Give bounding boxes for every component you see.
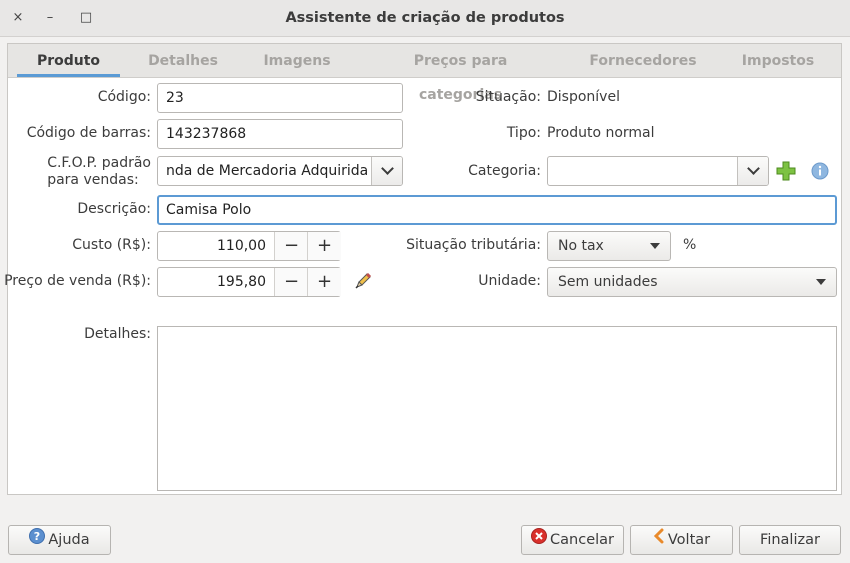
back-button-label: Voltar xyxy=(667,532,711,548)
cfop-label-line2: para vendas: xyxy=(47,172,139,188)
situacao-label: Situação: xyxy=(475,89,541,105)
situacao-tributaria-value: No tax xyxy=(558,238,604,254)
unidade-dropdown[interactable]: Sem unidades xyxy=(547,267,837,297)
help-button-label: Ajuda xyxy=(48,532,90,548)
detalhes-textarea[interactable] xyxy=(157,326,837,491)
percent-suffix: % xyxy=(683,237,697,253)
situacao-tributaria-dropdown[interactable]: No tax xyxy=(547,231,671,261)
plus-icon[interactable] xyxy=(776,161,796,181)
categoria-dropdown-button[interactable] xyxy=(737,157,768,185)
tab-fornecedores[interactable]: Fornecedores xyxy=(584,44,702,76)
custo-decrement-button[interactable]: − xyxy=(274,232,308,260)
chevron-down-icon xyxy=(747,162,760,175)
custo-label: Custo (R$): xyxy=(72,237,151,253)
codigo-field[interactable]: 23 xyxy=(157,83,403,113)
tab-precos-categorias[interactable]: Preços para categorias xyxy=(370,44,551,103)
cfop-combo[interactable]: nda de Mercadoria Adquirida xyxy=(157,156,403,186)
preco-venda-decrement-button[interactable]: − xyxy=(274,268,308,296)
preco-venda-label: Preço de venda (R$): xyxy=(4,273,151,289)
window-title: Assistente de criação de produtos xyxy=(285,10,565,26)
finish-button[interactable]: Finalizar xyxy=(739,525,841,555)
chevron-down-icon xyxy=(381,162,394,175)
preco-venda-spinner[interactable]: 195,80 − + xyxy=(157,267,341,297)
help-button[interactable]: ? Ajuda xyxy=(8,525,111,555)
finish-button-label: Finalizar xyxy=(760,532,820,548)
descricao-field[interactable]: Camisa Polo xyxy=(157,195,837,225)
tab-imagens[interactable]: Imagens xyxy=(256,44,338,76)
categoria-value[interactable] xyxy=(548,157,737,185)
pencil-icon[interactable] xyxy=(353,271,373,291)
tab-impostos[interactable]: Impostos xyxy=(735,44,821,76)
custo-increment-button[interactable]: + xyxy=(307,232,341,260)
cancel-button-label: Cancelar xyxy=(550,532,614,548)
cfop-label: C.F.O.P. padrão para vendas: xyxy=(47,155,151,189)
cfop-dropdown-button[interactable] xyxy=(371,157,402,185)
caret-down-icon xyxy=(816,279,826,285)
preco-venda-value[interactable]: 195,80 xyxy=(158,268,274,296)
caret-down-icon xyxy=(650,243,660,249)
custo-value[interactable]: 110,00 xyxy=(158,232,274,260)
situacao-tributaria-label: Situação tributária: xyxy=(406,237,541,253)
cfop-label-line1: C.F.O.P. padrão xyxy=(47,155,151,171)
categoria-label: Categoria: xyxy=(468,163,541,179)
codigo-label: Código: xyxy=(97,89,151,105)
unidade-value: Sem unidades xyxy=(558,274,658,290)
svg-text:?: ? xyxy=(34,530,40,543)
tipo-value: Produto normal xyxy=(547,125,655,141)
tipo-label: Tipo: xyxy=(506,125,541,141)
info-icon[interactable] xyxy=(811,162,829,180)
preco-venda-increment-button[interactable]: + xyxy=(307,268,341,296)
cancel-button[interactable]: Cancelar xyxy=(521,525,624,555)
unidade-label: Unidade: xyxy=(478,273,541,289)
cfop-value: nda de Mercadoria Adquirida xyxy=(166,163,369,179)
tab-produto[interactable]: Produto xyxy=(17,44,120,76)
chevron-left-icon xyxy=(653,526,665,554)
cancel-icon xyxy=(531,526,548,554)
codigo-barras-label: Código de barras: xyxy=(26,125,151,141)
descricao-label: Descrição: xyxy=(77,201,151,217)
active-tab-indicator xyxy=(17,74,120,77)
situacao-value: Disponível xyxy=(547,89,620,105)
categoria-combo[interactable] xyxy=(547,156,769,186)
codigo-barras-field[interactable]: 143237868 xyxy=(157,119,403,149)
custo-spinner[interactable]: 110,00 − + xyxy=(157,231,341,261)
detalhes-label: Detalhes: xyxy=(84,326,151,342)
tab-detalhes[interactable]: Detalhes xyxy=(140,44,226,76)
back-button[interactable]: Voltar xyxy=(630,525,733,555)
question-icon: ? xyxy=(29,526,46,554)
